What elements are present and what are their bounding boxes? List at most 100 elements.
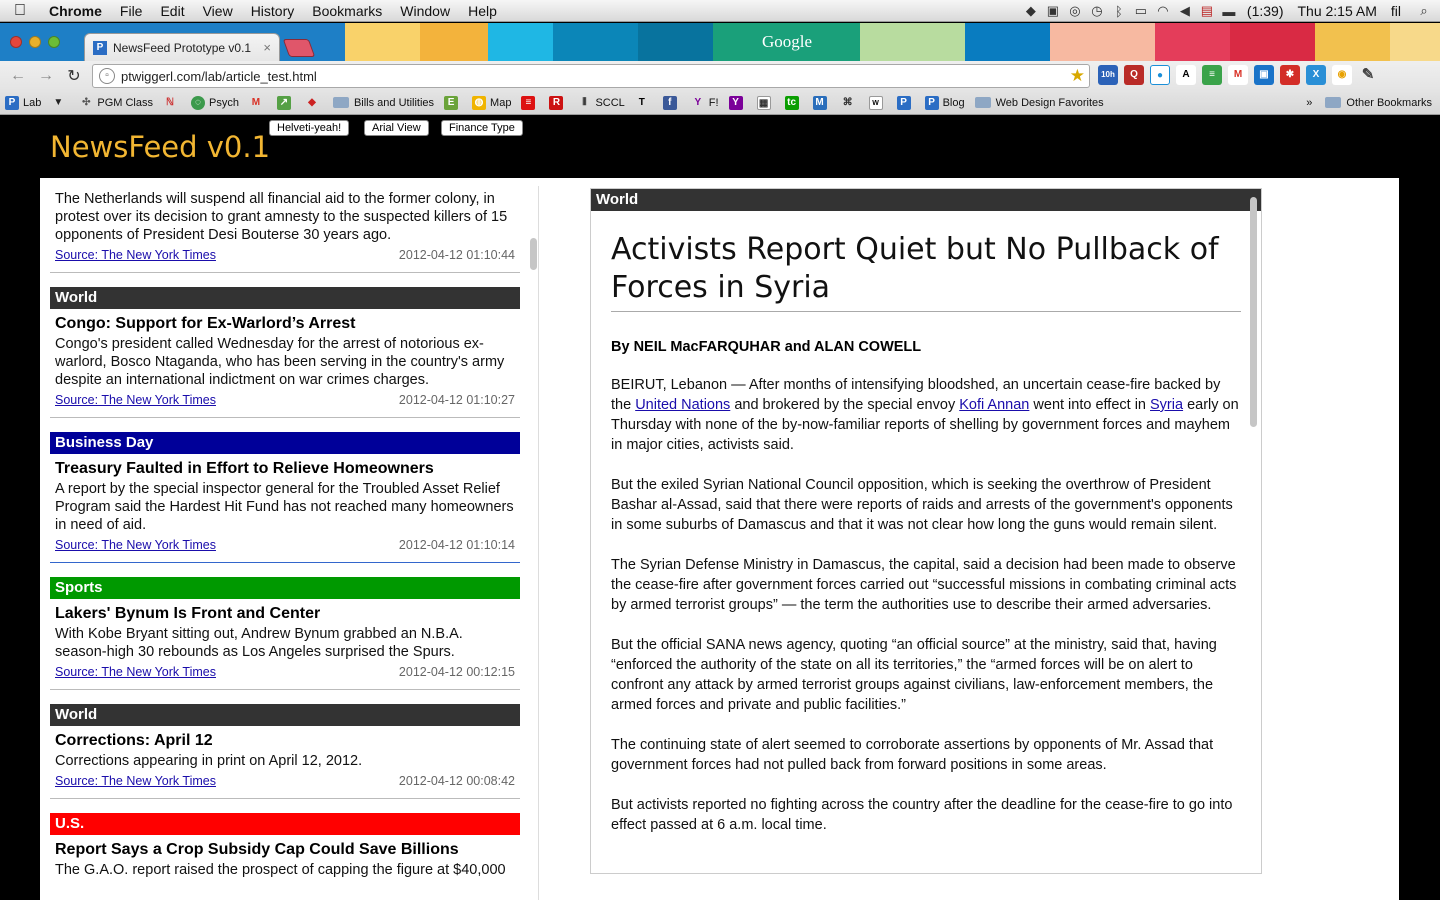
source-link[interactable]: Source: The New York Times bbox=[55, 248, 216, 262]
source-link[interactable]: Source: The New York Times bbox=[55, 393, 216, 407]
bookmark-r[interactable]: R bbox=[544, 95, 572, 110]
bookmark-e[interactable]: E bbox=[439, 95, 467, 110]
wifi-icon[interactable]: ◠ bbox=[1152, 3, 1174, 19]
menu-edit[interactable]: Edit bbox=[151, 3, 193, 19]
syria-link[interactable]: Syria bbox=[1150, 397, 1183, 413]
list-item[interactable]: The Netherlands will suspend all financi… bbox=[50, 178, 520, 273]
bookmark-blog[interactable]: P Blog bbox=[920, 95, 970, 110]
minimize-window-button[interactable] bbox=[29, 36, 41, 48]
bluetooth-icon[interactable]: ᛒ bbox=[1108, 4, 1130, 19]
user-name[interactable]: fil bbox=[1384, 3, 1408, 19]
reload-icon[interactable]: ↻ bbox=[60, 66, 88, 86]
zoom-window-button[interactable] bbox=[48, 36, 60, 48]
bookmark-bank[interactable]: ◆ bbox=[300, 96, 328, 110]
bookmark-nyt[interactable]: T bbox=[630, 96, 658, 110]
menu-window[interactable]: Window bbox=[391, 3, 459, 19]
bookmark-grid[interactable]: ⌘ bbox=[836, 96, 864, 110]
sync-icon[interactable]: ◎ bbox=[1064, 3, 1086, 19]
time-machine-icon[interactable]: ◷ bbox=[1086, 3, 1108, 19]
url-text[interactable]: ptwiggerl.com/lab/article_test.html bbox=[121, 69, 317, 84]
bookmark-m[interactable]: M bbox=[808, 95, 836, 110]
bookmark-other[interactable]: Other Bookmarks bbox=[1320, 97, 1440, 109]
chrome-extension-icon[interactable]: ◉ bbox=[1332, 65, 1352, 85]
x-extension-icon[interactable]: X bbox=[1306, 65, 1326, 85]
list-item[interactable]: U.S. Report Says a Crop Subsidy Cap Coul… bbox=[50, 813, 520, 889]
bookmark-facebook[interactable]: f bbox=[658, 95, 686, 110]
bookmark-yahoo-finance[interactable]: Y F! bbox=[686, 96, 724, 110]
address-bar[interactable]: ▫ ptwiggerl.com/lab/article_test.html ★ bbox=[92, 64, 1090, 88]
bookmark-chart[interactable]: ↗ bbox=[272, 95, 300, 110]
flag-icon[interactable]: ▤ bbox=[1196, 3, 1218, 19]
menu-view[interactable]: View bbox=[194, 3, 242, 19]
helveti-yeah-button[interactable]: Helveti-yeah! bbox=[269, 120, 350, 136]
bookmark-psych[interactable]: ◌ Psych bbox=[186, 95, 244, 110]
menu-file[interactable]: File bbox=[111, 3, 152, 19]
bookmark-pgm-class[interactable]: ✣ PGM Class bbox=[74, 96, 158, 110]
article-scrollbar[interactable] bbox=[1250, 197, 1257, 427]
bookmark-sccl[interactable]: ⦀ SCCL bbox=[572, 96, 629, 110]
bookmark-star-icon[interactable]: ★ bbox=[1070, 66, 1085, 86]
back-icon[interactable]: ← bbox=[4, 67, 32, 85]
item-headline[interactable]: Treasury Faulted in Effort to Relieve Ho… bbox=[50, 454, 520, 480]
bookmark-bills[interactable]: Bills and Utilities bbox=[328, 97, 439, 109]
close-window-button[interactable] bbox=[10, 36, 22, 48]
feed-extension-icon[interactable]: ≡ bbox=[1202, 65, 1222, 85]
tab-newsfeed[interactable]: P NewsFeed Prototype v0.1 × bbox=[84, 33, 280, 61]
arial-view-button[interactable]: Arial View bbox=[364, 120, 429, 136]
apple-menu-icon[interactable]:  bbox=[0, 2, 40, 20]
amazon-extension-icon[interactable]: A bbox=[1176, 65, 1196, 85]
united-nations-link[interactable]: United Nations bbox=[635, 397, 730, 413]
bookmark-web-design[interactable]: Web Design Favorites bbox=[970, 97, 1109, 109]
wrench-menu-icon[interactable]: ✎ bbox=[1358, 65, 1378, 85]
spotlight-icon[interactable]: ⌕ bbox=[1408, 3, 1440, 19]
item-headline[interactable]: Congo: Support for Ex-Warlord’s Arrest bbox=[50, 309, 520, 335]
window-icon[interactable]: ▣ bbox=[1042, 3, 1064, 19]
forward-icon[interactable]: → bbox=[32, 67, 60, 85]
dropbox-icon[interactable]: ◆ bbox=[1020, 3, 1042, 19]
feed-scrollbar[interactable] bbox=[530, 238, 537, 270]
menu-bookmarks[interactable]: Bookmarks bbox=[303, 3, 391, 19]
screen-extension-icon[interactable]: ▣ bbox=[1254, 65, 1274, 85]
bookmarks-overflow-icon[interactable]: » bbox=[1301, 97, 1320, 109]
menu-app-chrome[interactable]: Chrome bbox=[40, 3, 111, 19]
menu-help[interactable]: Help bbox=[459, 3, 506, 19]
item-headline[interactable]: Lakers' Bynum Is Front and Center bbox=[50, 599, 520, 625]
list-item[interactable]: World Corrections: April 12 Corrections … bbox=[50, 704, 520, 799]
source-link[interactable]: Source: The New York Times bbox=[55, 665, 216, 679]
bookmark-wsj[interactable]: W bbox=[864, 95, 892, 110]
timestamp: 2012-04-12 01:10:14 bbox=[398, 538, 515, 552]
calendar-extension-icon[interactable]: 10h bbox=[1098, 65, 1118, 85]
gmail-extension-icon[interactable]: M bbox=[1228, 65, 1248, 85]
item-headline[interactable]: Corrections: April 12 bbox=[50, 726, 520, 752]
list-item[interactable]: Business Day Treasury Faulted in Effort … bbox=[50, 432, 520, 563]
source-link[interactable]: Source: The New York Times bbox=[55, 774, 216, 788]
bookmark-stripes[interactable]: ≡ bbox=[516, 95, 544, 110]
list-item[interactable]: Sports Lakers' Bynum Is Front and Center… bbox=[50, 577, 520, 690]
bookmark-lab[interactable]: P Lab bbox=[0, 95, 46, 110]
bookmark-v[interactable]: ▼ bbox=[46, 96, 74, 110]
bookmark-nlp[interactable]: ℕ bbox=[158, 96, 186, 110]
volume-icon[interactable]: ◀ bbox=[1174, 3, 1196, 19]
news-feed-list[interactable]: The Netherlands will suspend all financi… bbox=[50, 178, 520, 900]
battery-icon[interactable]: ▬ bbox=[1218, 4, 1240, 19]
bookmark-calendar[interactable]: ▦ bbox=[752, 95, 780, 110]
source-link[interactable]: Source: The New York Times bbox=[55, 538, 216, 552]
bookmark-yahoo[interactable]: Y bbox=[724, 95, 752, 110]
kofi-annan-link[interactable]: Kofi Annan bbox=[959, 397, 1029, 413]
page-info-icon[interactable]: ▫ bbox=[99, 68, 115, 84]
clock[interactable]: Thu 2:15 AM bbox=[1290, 3, 1383, 19]
list-item[interactable]: World Congo: Support for Ex-Warlord’s Ar… bbox=[50, 287, 520, 418]
menu-history[interactable]: History bbox=[242, 3, 304, 19]
bookmark-gmail[interactable]: M bbox=[244, 96, 272, 110]
bookmark-p[interactable]: P bbox=[892, 95, 920, 110]
item-headline[interactable]: Report Says a Crop Subsidy Cap Could Sav… bbox=[50, 835, 520, 861]
bookmark-tc[interactable]: tc bbox=[780, 95, 808, 110]
lastpass-extension-icon[interactable]: ✱ bbox=[1280, 65, 1300, 85]
quora-extension-icon[interactable]: Q bbox=[1124, 65, 1144, 85]
close-tab-icon[interactable]: × bbox=[263, 40, 271, 55]
bookmark-map[interactable]: ◍ Map bbox=[467, 95, 516, 110]
display-icon[interactable]: ▭ bbox=[1130, 3, 1152, 19]
finance-type-button[interactable]: Finance Type bbox=[441, 120, 523, 136]
article-panel[interactable]: World Activists Report Quiet but No Pull… bbox=[590, 188, 1262, 874]
skype-extension-icon[interactable]: ● bbox=[1150, 65, 1170, 85]
